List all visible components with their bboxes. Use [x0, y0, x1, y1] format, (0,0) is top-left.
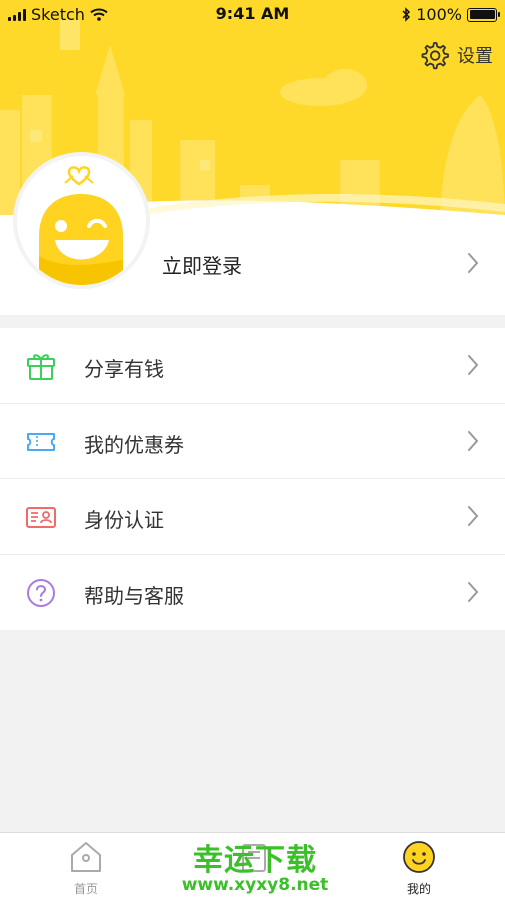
tab-label: 首页	[73, 882, 98, 896]
menu-label: 身份认证	[84, 508, 164, 532]
menu-item-identity[interactable]: 身份认证	[0, 479, 505, 555]
gift-icon	[27, 354, 55, 380]
smiley-icon	[403, 841, 435, 873]
home-icon	[71, 842, 101, 872]
menu-item-help[interactable]: 帮助与客服	[0, 555, 505, 631]
menu-label: 帮助与客服	[84, 583, 184, 608]
menu-item-coupons[interactable]: 我的优惠券	[0, 404, 505, 479]
avatar-smiley-icon	[39, 166, 123, 285]
status-right: 100%	[401, 5, 500, 24]
chevron-right-icon	[468, 253, 479, 273]
tab-mine[interactable]: 我的	[335, 833, 503, 900]
watermark-title: 幸运下载	[193, 843, 317, 878]
gear-icon	[421, 42, 449, 70]
tab-home[interactable]: 首页	[2, 833, 170, 900]
chevron-right-icon	[468, 355, 479, 375]
ticket-icon	[27, 432, 55, 451]
tab-label: 我的	[406, 882, 431, 896]
id-card-icon	[26, 507, 56, 528]
menu-item-share[interactable]: 分享有钱	[0, 328, 505, 404]
status-bar: Sketch 9:41 AM 100%	[0, 0, 505, 28]
menu-label: 分享有钱	[84, 357, 164, 381]
chevron-right-icon	[468, 581, 479, 602]
chevron-right-icon	[468, 430, 479, 451]
help-icon	[27, 578, 55, 607]
chevron-right-icon	[468, 506, 479, 526]
menu-list: 分享有钱 我的优惠券 身份认证 帮助与客服	[0, 328, 505, 630]
avatar[interactable]	[13, 152, 150, 289]
bluetooth-icon	[402, 7, 411, 22]
settings-label: 设置	[457, 46, 493, 67]
login-label[interactable]: 立即登录	[162, 250, 242, 279]
watermark: 幸运下载 www.xyxy8.net	[175, 835, 335, 895]
battery-percent: 100%	[416, 5, 462, 24]
battery-icon	[467, 7, 500, 22]
menu-label: 我的优惠券	[84, 432, 184, 457]
settings-button[interactable]: 设置	[419, 40, 493, 70]
watermark-url: www.xyxy8.net	[181, 875, 329, 895]
